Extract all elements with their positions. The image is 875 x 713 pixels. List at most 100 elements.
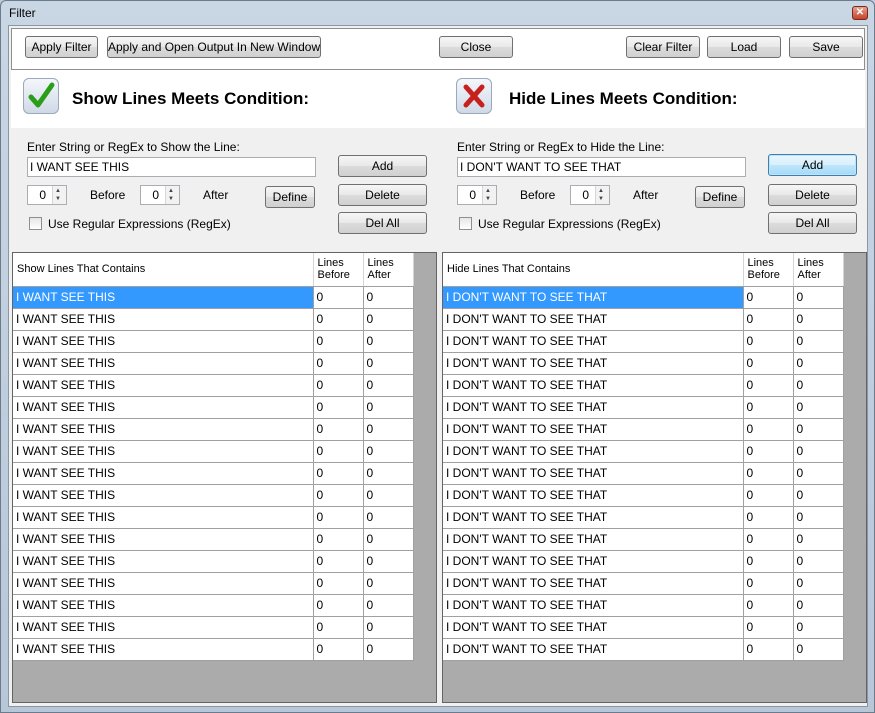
row-lines-after-cell[interactable]: 0: [363, 352, 414, 375]
row-text-cell[interactable]: I DON'T WANT TO SEE THAT: [443, 440, 744, 463]
row-text-cell[interactable]: I DON'T WANT TO SEE THAT: [443, 462, 744, 485]
row-text-cell[interactable]: I DON'T WANT TO SEE THAT: [443, 396, 744, 419]
spinner-arrows-icon[interactable]: ▲ ▼: [165, 186, 179, 204]
row-lines-before-cell[interactable]: 0: [743, 330, 794, 353]
row-lines-after-cell[interactable]: 0: [363, 506, 414, 529]
row-text-cell[interactable]: I DON'T WANT TO SEE THAT: [443, 308, 744, 331]
row-lines-before-cell[interactable]: 0: [313, 374, 364, 397]
hide-col-header-before[interactable]: Lines Before: [743, 253, 794, 287]
hide-lines-grid[interactable]: Hide Lines That Contains Lines Before Li…: [442, 252, 867, 703]
row-text-cell[interactable]: I WANT SEE THIS: [13, 440, 314, 463]
table-row[interactable]: I DON'T WANT TO SEE THAT 0 0: [443, 286, 844, 309]
row-lines-before-cell[interactable]: 0: [313, 308, 364, 331]
table-row[interactable]: I DON'T WANT TO SEE THAT 0 0: [443, 418, 844, 441]
row-lines-after-cell[interactable]: 0: [793, 484, 844, 507]
row-text-cell[interactable]: I WANT SEE THIS: [13, 616, 314, 639]
row-lines-after-cell[interactable]: 0: [793, 594, 844, 617]
row-text-cell[interactable]: I WANT SEE THIS: [13, 550, 314, 573]
row-lines-before-cell[interactable]: 0: [313, 352, 364, 375]
hide-del-all-button[interactable]: Del All: [768, 212, 857, 234]
row-lines-after-cell[interactable]: 0: [793, 440, 844, 463]
table-row[interactable]: I WANT SEE THIS 0 0: [13, 440, 414, 463]
row-lines-after-cell[interactable]: 0: [793, 616, 844, 639]
row-text-cell[interactable]: I DON'T WANT TO SEE THAT: [443, 572, 744, 595]
row-text-cell[interactable]: I DON'T WANT TO SEE THAT: [443, 374, 744, 397]
row-lines-after-cell[interactable]: 0: [793, 418, 844, 441]
table-row[interactable]: I WANT SEE THIS 0 0: [13, 330, 414, 353]
row-lines-before-cell[interactable]: 0: [313, 550, 364, 573]
row-text-cell[interactable]: I WANT SEE THIS: [13, 286, 314, 309]
table-row[interactable]: I DON'T WANT TO SEE THAT 0 0: [443, 440, 844, 463]
window-close-button[interactable]: ✕: [852, 6, 868, 20]
row-lines-before-cell[interactable]: 0: [743, 528, 794, 551]
table-row[interactable]: I WANT SEE THIS 0 0: [13, 528, 414, 551]
row-lines-after-cell[interactable]: 0: [793, 638, 844, 661]
row-text-cell[interactable]: I DON'T WANT TO SEE THAT: [443, 418, 744, 441]
table-row[interactable]: I WANT SEE THIS 0 0: [13, 484, 414, 507]
row-lines-before-cell[interactable]: 0: [313, 330, 364, 353]
row-lines-after-cell[interactable]: 0: [363, 440, 414, 463]
row-lines-after-cell[interactable]: 0: [793, 308, 844, 331]
row-lines-after-cell[interactable]: 0: [363, 286, 414, 309]
table-row[interactable]: I WANT SEE THIS 0 0: [13, 418, 414, 441]
show-before-spinner[interactable]: 0 ▲ ▼: [27, 185, 67, 205]
row-text-cell[interactable]: I WANT SEE THIS: [13, 396, 314, 419]
clear-filter-button[interactable]: Clear Filter: [626, 36, 700, 58]
load-button[interactable]: Load: [707, 36, 781, 58]
hide-before-spinner[interactable]: 0 ▲ ▼: [457, 185, 497, 205]
spinner-arrows-icon[interactable]: ▲ ▼: [52, 186, 66, 204]
table-row[interactable]: I WANT SEE THIS 0 0: [13, 396, 414, 419]
row-lines-after-cell[interactable]: 0: [793, 572, 844, 595]
row-text-cell[interactable]: I DON'T WANT TO SEE THAT: [443, 550, 744, 573]
row-lines-before-cell[interactable]: 0: [313, 528, 364, 551]
row-lines-after-cell[interactable]: 0: [793, 528, 844, 551]
table-row[interactable]: I DON'T WANT TO SEE THAT 0 0: [443, 352, 844, 375]
hide-col-header-text[interactable]: Hide Lines That Contains: [443, 253, 744, 287]
row-lines-after-cell[interactable]: 0: [793, 330, 844, 353]
table-row[interactable]: I DON'T WANT TO SEE THAT 0 0: [443, 462, 844, 485]
row-text-cell[interactable]: I WANT SEE THIS: [13, 330, 314, 353]
table-row[interactable]: I WANT SEE THIS 0 0: [13, 462, 414, 485]
row-text-cell[interactable]: I WANT SEE THIS: [13, 528, 314, 551]
show-col-header-text[interactable]: Show Lines That Contains: [13, 253, 314, 287]
table-row[interactable]: I DON'T WANT TO SEE THAT 0 0: [443, 330, 844, 353]
table-row[interactable]: I DON'T WANT TO SEE THAT 0 0: [443, 572, 844, 595]
table-row[interactable]: I DON'T WANT TO SEE THAT 0 0: [443, 638, 844, 661]
row-lines-before-cell[interactable]: 0: [313, 572, 364, 595]
title-bar[interactable]: Filter ✕: [1, 1, 874, 25]
row-text-cell[interactable]: I WANT SEE THIS: [13, 594, 314, 617]
spinner-arrows-icon[interactable]: ▲ ▼: [595, 186, 609, 204]
show-define-button[interactable]: Define: [265, 186, 315, 208]
row-lines-after-cell[interactable]: 0: [363, 330, 414, 353]
show-regex-checkbox[interactable]: [29, 217, 42, 230]
hide-col-header-after[interactable]: Lines After: [793, 253, 844, 287]
row-text-cell[interactable]: I WANT SEE THIS: [13, 418, 314, 441]
hide-delete-button[interactable]: Delete: [768, 184, 857, 206]
row-text-cell[interactable]: I DON'T WANT TO SEE THAT: [443, 594, 744, 617]
table-row[interactable]: I WANT SEE THIS 0 0: [13, 572, 414, 595]
row-text-cell[interactable]: I DON'T WANT TO SEE THAT: [443, 616, 744, 639]
row-lines-after-cell[interactable]: 0: [363, 528, 414, 551]
table-row[interactable]: I DON'T WANT TO SEE THAT 0 0: [443, 484, 844, 507]
row-lines-before-cell[interactable]: 0: [743, 286, 794, 309]
row-lines-after-cell[interactable]: 0: [363, 594, 414, 617]
row-text-cell[interactable]: I DON'T WANT TO SEE THAT: [443, 286, 744, 309]
show-col-header-after[interactable]: Lines After: [363, 253, 414, 287]
row-lines-before-cell[interactable]: 0: [313, 616, 364, 639]
row-text-cell[interactable]: I WANT SEE THIS: [13, 352, 314, 375]
table-row[interactable]: I WANT SEE THIS 0 0: [13, 308, 414, 331]
row-lines-after-cell[interactable]: 0: [793, 352, 844, 375]
row-lines-before-cell[interactable]: 0: [743, 484, 794, 507]
row-text-cell[interactable]: I WANT SEE THIS: [13, 484, 314, 507]
hide-string-input[interactable]: I DON'T WANT TO SEE THAT: [457, 157, 746, 177]
table-row[interactable]: I DON'T WANT TO SEE THAT 0 0: [443, 616, 844, 639]
row-lines-after-cell[interactable]: 0: [363, 308, 414, 331]
show-add-button[interactable]: Add: [338, 155, 427, 177]
table-row[interactable]: I WANT SEE THIS 0 0: [13, 594, 414, 617]
row-text-cell[interactable]: I WANT SEE THIS: [13, 308, 314, 331]
table-row[interactable]: I WANT SEE THIS 0 0: [13, 374, 414, 397]
row-lines-before-cell[interactable]: 0: [743, 396, 794, 419]
row-lines-before-cell[interactable]: 0: [743, 550, 794, 573]
row-lines-after-cell[interactable]: 0: [793, 396, 844, 419]
table-row[interactable]: I WANT SEE THIS 0 0: [13, 286, 414, 309]
